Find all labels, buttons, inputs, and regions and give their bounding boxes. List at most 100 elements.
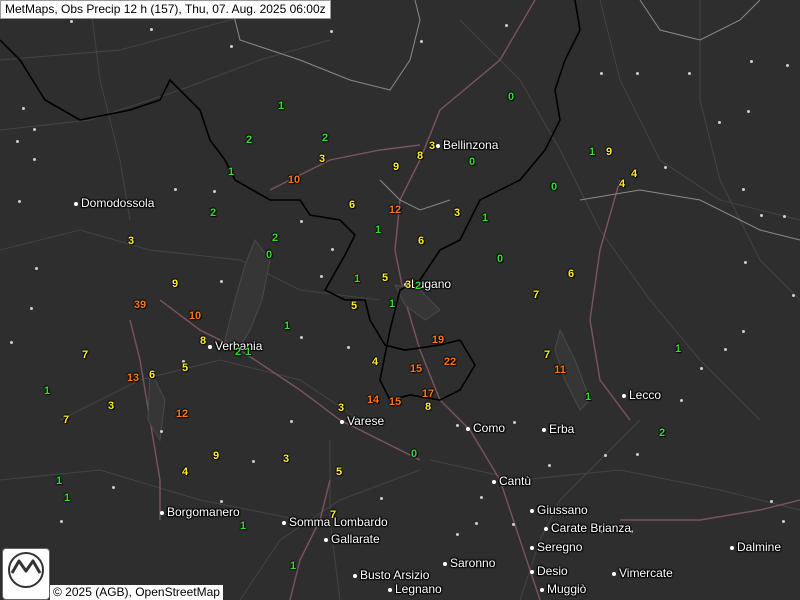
- station-marker: [35, 267, 38, 270]
- city-name: Desio: [537, 564, 568, 578]
- precip-value[interactable]: 2: [659, 427, 665, 439]
- precip-value[interactable]: 2: [210, 207, 216, 219]
- precip-value[interactable]: 1: [240, 520, 246, 532]
- precip-value[interactable]: 3: [128, 235, 134, 247]
- precip-value[interactable]: 1: [389, 298, 395, 310]
- precip-value[interactable]: 6: [418, 235, 424, 247]
- precip-value[interactable]: 3: [108, 400, 114, 412]
- precip-value[interactable]: 2: [322, 132, 328, 144]
- precip-value[interactable]: 1: [354, 273, 360, 285]
- city-name: Legnano: [395, 582, 442, 596]
- precip-value[interactable]: 4: [619, 178, 625, 190]
- precip-value[interactable]: 5: [351, 300, 357, 312]
- city-dot-icon: [530, 508, 534, 513]
- precip-value[interactable]: 6: [568, 268, 574, 280]
- precip-value[interactable]: 5: [382, 272, 388, 284]
- precip-value[interactable]: 39: [134, 299, 146, 311]
- station-marker: [512, 523, 515, 526]
- city-name: Lecco: [629, 388, 662, 402]
- precip-value[interactable]: 6: [149, 369, 155, 381]
- precip-value[interactable]: 15: [410, 363, 422, 375]
- precip-value[interactable]: 1: [278, 100, 284, 112]
- precip-value[interactable]: 8: [417, 150, 423, 162]
- precip-value[interactable]: 1: [64, 492, 70, 504]
- station-marker: [744, 261, 747, 264]
- precip-value[interactable]: 1: [482, 212, 488, 224]
- precip-value[interactable]: 0: [497, 253, 503, 265]
- map-canvas[interactable]: MetMaps, Obs Precip 12 h (157), Thu, 07.…: [0, 0, 800, 600]
- precip-value[interactable]: 12: [389, 204, 401, 216]
- precip-value[interactable]: 2: [272, 232, 278, 244]
- precip-value[interactable]: 1: [228, 166, 234, 178]
- city-name: Saronno: [450, 556, 496, 570]
- precip-value[interactable]: 1: [44, 385, 50, 397]
- precip-value[interactable]: 14: [367, 394, 379, 406]
- precip-value[interactable]: 3: [405, 279, 411, 291]
- precip-value[interactable]: 0: [469, 156, 475, 168]
- precip-value[interactable]: 4: [182, 466, 188, 478]
- precip-value[interactable]: 7: [82, 349, 88, 361]
- precip-value[interactable]: 1: [375, 224, 381, 236]
- precip-value[interactable]: 3: [429, 140, 435, 152]
- precip-value[interactable]: 3: [319, 153, 325, 165]
- precip-value[interactable]: 2: [246, 134, 252, 146]
- precip-value[interactable]: 22: [444, 356, 456, 368]
- station-marker: [750, 60, 753, 63]
- precip-value[interactable]: 9: [213, 450, 219, 462]
- attribution: © 2025 (AGB), OpenStreetMap: [50, 585, 223, 600]
- precip-value[interactable]: 8: [425, 401, 431, 413]
- precip-value[interactable]: 9: [172, 278, 178, 290]
- precip-value[interactable]: 9: [606, 146, 612, 158]
- precip-value[interactable]: 5: [336, 466, 342, 478]
- precip-value[interactable]: 1: [675, 343, 681, 355]
- city-label: Legnano: [388, 582, 442, 596]
- precip-value[interactable]: 0: [551, 181, 557, 193]
- precip-value[interactable]: 3: [283, 453, 289, 465]
- precip-value[interactable]: 3: [338, 402, 344, 414]
- precip-value[interactable]: 19: [432, 334, 444, 346]
- precip-value[interactable]: 1: [589, 146, 595, 158]
- precip-value[interactable]: 2: [415, 280, 421, 292]
- city-dot-icon: [340, 419, 344, 424]
- precip-value[interactable]: 1: [56, 475, 62, 487]
- precip-value[interactable]: 15: [389, 396, 401, 408]
- city-label: Lecco: [622, 388, 661, 402]
- city-dot-icon: [530, 545, 534, 550]
- precip-value[interactable]: 1: [284, 320, 290, 332]
- station-marker: [680, 399, 683, 402]
- precip-value[interactable]: 5: [182, 362, 188, 374]
- precip-value[interactable]: 1: [290, 560, 296, 572]
- precip-value[interactable]: 1: [585, 391, 591, 403]
- city-label: Dalmine: [730, 540, 781, 554]
- precip-value[interactable]: 13: [127, 372, 139, 384]
- precip-value[interactable]: 7: [533, 289, 539, 301]
- precip-value[interactable]: 11: [554, 364, 566, 376]
- precip-value[interactable]: 2: [235, 346, 241, 358]
- city-label: Gallarate: [324, 532, 380, 546]
- precip-value[interactable]: 3: [454, 207, 460, 219]
- city-label: Carate Brianza: [544, 521, 631, 535]
- precip-value[interactable]: 9: [393, 161, 399, 173]
- precip-value[interactable]: 0: [508, 91, 514, 103]
- precip-value[interactable]: 10: [288, 174, 300, 186]
- precip-value[interactable]: 6: [349, 199, 355, 211]
- station-marker: [213, 190, 216, 193]
- station-marker: [18, 200, 21, 203]
- precip-value[interactable]: 4: [372, 356, 378, 368]
- city-name: Carate Brianza: [551, 521, 632, 535]
- precip-value[interactable]: 7: [63, 414, 69, 426]
- station-marker: [22, 107, 25, 110]
- precip-value[interactable]: 8: [200, 335, 206, 347]
- precip-value[interactable]: 17: [422, 388, 434, 400]
- precip-value[interactable]: 10: [189, 310, 201, 322]
- precip-value[interactable]: 0: [266, 249, 272, 261]
- city-dot-icon: [492, 479, 496, 484]
- precip-value[interactable]: 1: [245, 346, 251, 358]
- precip-value[interactable]: 4: [631, 168, 637, 180]
- city-dot-icon: [208, 344, 212, 349]
- precip-value[interactable]: 7: [330, 509, 336, 521]
- precip-value[interactable]: 7: [544, 349, 550, 361]
- station-marker: [160, 430, 163, 433]
- precip-value[interactable]: 12: [176, 408, 188, 420]
- precip-value[interactable]: 0: [411, 448, 417, 460]
